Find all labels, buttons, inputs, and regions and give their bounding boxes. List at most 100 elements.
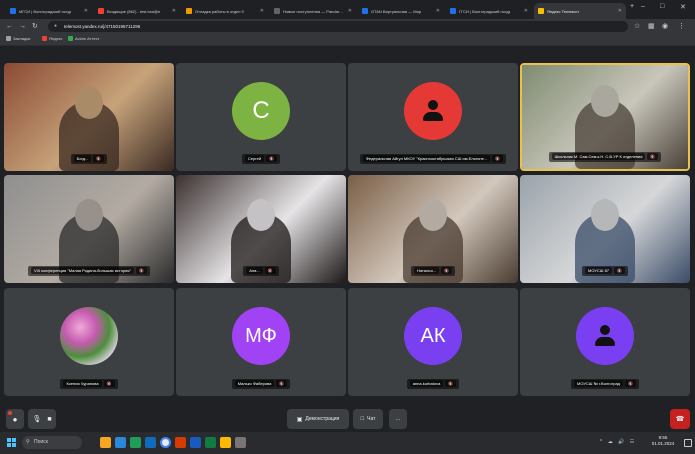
- participant-name: МОУСШ № г.Волгоград 🔇: [570, 379, 639, 389]
- clock[interactable]: 9:55 01.01.2024: [648, 435, 678, 447]
- tab-label: Входящие (862) - test.bsd@e: [107, 8, 161, 14]
- minimize-button[interactable]: –: [641, 3, 645, 10]
- url-input[interactable]: ● telemost.yandex.ru/j/47150196711296: [48, 21, 628, 32]
- participant-name: Сергей 🔇: [241, 154, 281, 164]
- notifications-icon[interactable]: [684, 439, 692, 447]
- new-tab-icon[interactable]: +: [630, 3, 634, 10]
- taskbar-app-icon-10[interactable]: [235, 437, 246, 448]
- profile-icon[interactable]: ◉: [662, 22, 668, 31]
- tab-strip: МГСИ | Волгоградский госуд ✕ Входящие (862…: [0, 0, 695, 19]
- tab-close-icon[interactable]: ✕: [348, 8, 352, 14]
- extensions-icon[interactable]: ▦: [648, 22, 655, 31]
- avatar-initials: АК: [420, 324, 446, 347]
- taskbar-app-icon-3[interactable]: [130, 437, 141, 448]
- tab-favicon-icon: [274, 8, 280, 14]
- microphone-icon[interactable]: 🎙: [32, 415, 41, 423]
- participant-tile[interactable]: МОУСШ 87 🔇: [520, 175, 690, 283]
- taskbar-app-icon-4[interactable]: [145, 437, 156, 448]
- chrome-taskbar-icon[interactable]: [160, 437, 171, 448]
- bookmark-1[interactable]: Закладки: [6, 36, 30, 41]
- participant-name-bar: Федеральная Айгул МКОУ "Краснооктябрьска…: [348, 151, 518, 169]
- participant-tile[interactable]: Школьник М. Сам.Сем.к.Н. С.В.УР К отделе…: [520, 63, 690, 171]
- tab-favicon-icon: [10, 8, 16, 14]
- tab-close-icon[interactable]: ✕: [436, 8, 440, 14]
- participant-name: Малько Фаберова 🔇: [231, 379, 291, 389]
- tab-6[interactable]: ГГСИ | Волгоградский госуд ✕: [446, 3, 532, 19]
- chat-button[interactable]: □ Чат: [353, 409, 383, 429]
- avatar-initials: С: [252, 97, 270, 124]
- alert-dot-icon: [8, 411, 12, 415]
- tab-label: Новые поступления — Pandaregion: [283, 8, 345, 14]
- bookmark-icon: [6, 36, 11, 41]
- leave-call-button[interactable]: ☎: [670, 409, 690, 429]
- more-icon: …: [395, 416, 401, 422]
- taskbar-search[interactable]: ⚲ Поиск: [22, 436, 82, 449]
- participant-tile[interactable]: С Сергей 🔇: [176, 63, 346, 171]
- star-icon[interactable]: ☆: [634, 22, 640, 31]
- participant-name: Наталья... 🔇: [411, 266, 455, 276]
- screen-share-button[interactable]: ▣ Демонстрация: [287, 409, 349, 429]
- participant-name-text: VIII конференция "Малая Родина-большая и…: [31, 267, 134, 274]
- taskbar-app-icon-6[interactable]: [175, 437, 186, 448]
- more-button[interactable]: …: [389, 409, 407, 429]
- person-head: [75, 87, 103, 119]
- participant-tile[interactable]: МОУСШ № г.Волгоград 🔇: [520, 288, 690, 396]
- participant-name-text: Школьник М. Сам.Сем.к.Н. С.В.УР К отделе…: [551, 153, 646, 160]
- tab-7[interactable]: Яндекс Телемост ✕: [534, 3, 626, 19]
- participant-name-text: Сергей: [244, 155, 265, 162]
- participant-name: Богд... 🔇: [70, 154, 108, 164]
- taskbar-app-icon-2[interactable]: [115, 437, 126, 448]
- camera-icon[interactable]: ■: [47, 416, 51, 423]
- participants-button[interactable]: ●: [6, 409, 24, 429]
- participant-tile[interactable]: Наталья... 🔇: [348, 175, 518, 283]
- participant-tile[interactable]: Ксения Чуранова 🔇: [4, 288, 174, 396]
- taskbar-app-icon-1[interactable]: [100, 437, 111, 448]
- tab-4[interactable]: Новые поступления — Pandaregion ✕: [270, 3, 356, 19]
- tab-close-icon[interactable]: ✕: [172, 8, 176, 14]
- participant-name-bar: Ксения Чуранова 🔇: [4, 376, 174, 394]
- tab-close-icon[interactable]: ✕: [524, 8, 528, 14]
- close-window-button[interactable]: ✕: [680, 3, 686, 11]
- participant-tile[interactable]: VIII конференция "Малая Родина-большая и…: [4, 175, 174, 283]
- tab-close-icon[interactable]: ✕: [84, 8, 88, 14]
- bookmark-label: Avidm Аттест: [75, 36, 100, 41]
- person-head: [75, 199, 103, 231]
- participant-tile[interactable]: Богд... 🔇: [4, 63, 174, 171]
- tab-5[interactable]: GTAN Виртуальная — Мир ✕: [358, 3, 444, 19]
- muted-mic-icon: 🔇: [647, 153, 659, 160]
- participant-name-bar: anna.kurbatova 🔇: [348, 376, 518, 394]
- participant-name: Ксения Чуранова 🔇: [60, 379, 118, 389]
- back-icon[interactable]: ←: [6, 22, 13, 31]
- chat-label: Чат: [367, 416, 376, 422]
- tab-close-icon[interactable]: ✕: [260, 8, 264, 14]
- muted-mic-icon: 🔇: [492, 155, 504, 162]
- participant-name: VIII конференция "Малая Родина-большая и…: [28, 266, 150, 276]
- bookmark-2[interactable]: Яндекс: [42, 36, 62, 41]
- tab-3[interactable]: Отладка работы в отдел 9 ✕: [182, 3, 268, 19]
- tab-close-icon[interactable]: ✕: [618, 8, 622, 14]
- participant-name-text: anna.kurbatova: [409, 380, 444, 387]
- menu-icon[interactable]: ⋮: [678, 22, 685, 31]
- windows-start-icon[interactable]: [7, 438, 16, 447]
- muted-mic-icon: 🔇: [93, 155, 105, 162]
- tab-favicon-icon: [450, 8, 456, 14]
- taskbar-app-icon-8[interactable]: [205, 437, 216, 448]
- forward-icon[interactable]: →: [19, 22, 26, 31]
- participant-name-bar: МОУСШ 87 🔇: [520, 263, 690, 281]
- taskbar-app-icon-9[interactable]: [220, 437, 231, 448]
- screen-share-icon: ▣: [296, 416, 303, 423]
- tray-icons[interactable]: ^ ☁ 🔊 ☷: [600, 439, 636, 445]
- participant-tile[interactable]: АК anna.kurbatova 🔇: [348, 288, 518, 396]
- maximize-button[interactable]: □: [660, 3, 664, 10]
- tab-2[interactable]: Входящие (862) - test.bsd@e ✕: [94, 3, 180, 19]
- taskbar-app-icon-7[interactable]: [190, 437, 201, 448]
- participant-tile[interactable]: Ана... 🔇: [176, 175, 346, 283]
- bookmark-3[interactable]: Avidm Аттест: [68, 36, 99, 41]
- participant-name-bar: Малько Фаберова 🔇: [176, 376, 346, 394]
- participant-tile[interactable]: МФ Малько Фаберова 🔇: [176, 288, 346, 396]
- tab-label: Отладка работы в отдел 9: [195, 8, 244, 14]
- participant-tile[interactable]: Федеральная Айгул МКОУ "Краснооктябрьска…: [348, 63, 518, 171]
- participant-name: Ана... 🔇: [243, 266, 279, 276]
- reload-icon[interactable]: ↻: [32, 22, 38, 31]
- tab-1[interactable]: МГСИ | Волгоградский госуд ✕: [6, 3, 92, 19]
